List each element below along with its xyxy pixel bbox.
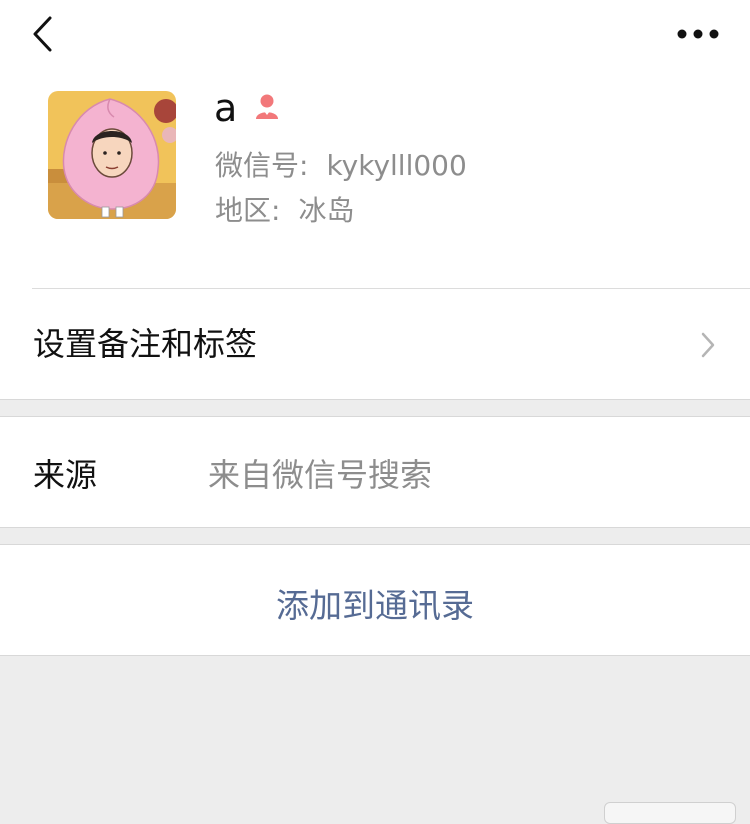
source-row: 来源 来自微信号搜索	[0, 417, 750, 527]
region-line: 地区: 冰岛	[215, 189, 354, 229]
top-bar	[0, 0, 750, 70]
avatar-image	[48, 91, 176, 219]
source-value: 来自微信号搜索	[208, 456, 433, 494]
more-horizontal-icon	[677, 29, 719, 39]
region-label: 地区:	[215, 194, 281, 227]
region-value: 冰岛	[298, 194, 355, 227]
chevron-right-icon	[701, 332, 715, 358]
avatar[interactable]	[48, 91, 176, 219]
female-person-icon	[256, 94, 279, 119]
remark-and-tags-row[interactable]: 设置备注和标签	[0, 289, 750, 399]
profile-card: a 微信号: kykylll000 地区: 冰岛	[0, 70, 750, 289]
chevron-left-icon	[33, 16, 52, 52]
section-divider	[0, 527, 750, 528]
profile-name: a	[214, 86, 238, 130]
remark-and-tags-label: 设置备注和标签	[33, 325, 258, 363]
wechat-id-line: 微信号: kykylll000	[215, 144, 467, 184]
name-row: a	[214, 86, 281, 130]
section-divider	[0, 399, 750, 400]
wechat-id-label: 微信号:	[215, 149, 309, 182]
source-label: 来源	[33, 456, 98, 494]
more-button[interactable]	[672, 14, 728, 54]
back-button[interactable]	[22, 10, 66, 60]
add-to-contacts-label: 添加到通讯录	[276, 586, 474, 625]
wechat-id-value: kykylll000	[326, 149, 467, 182]
bottom-edge-element	[604, 802, 736, 824]
add-to-contacts-button[interactable]: 添加到通讯录	[0, 545, 750, 655]
section-divider	[0, 655, 750, 656]
